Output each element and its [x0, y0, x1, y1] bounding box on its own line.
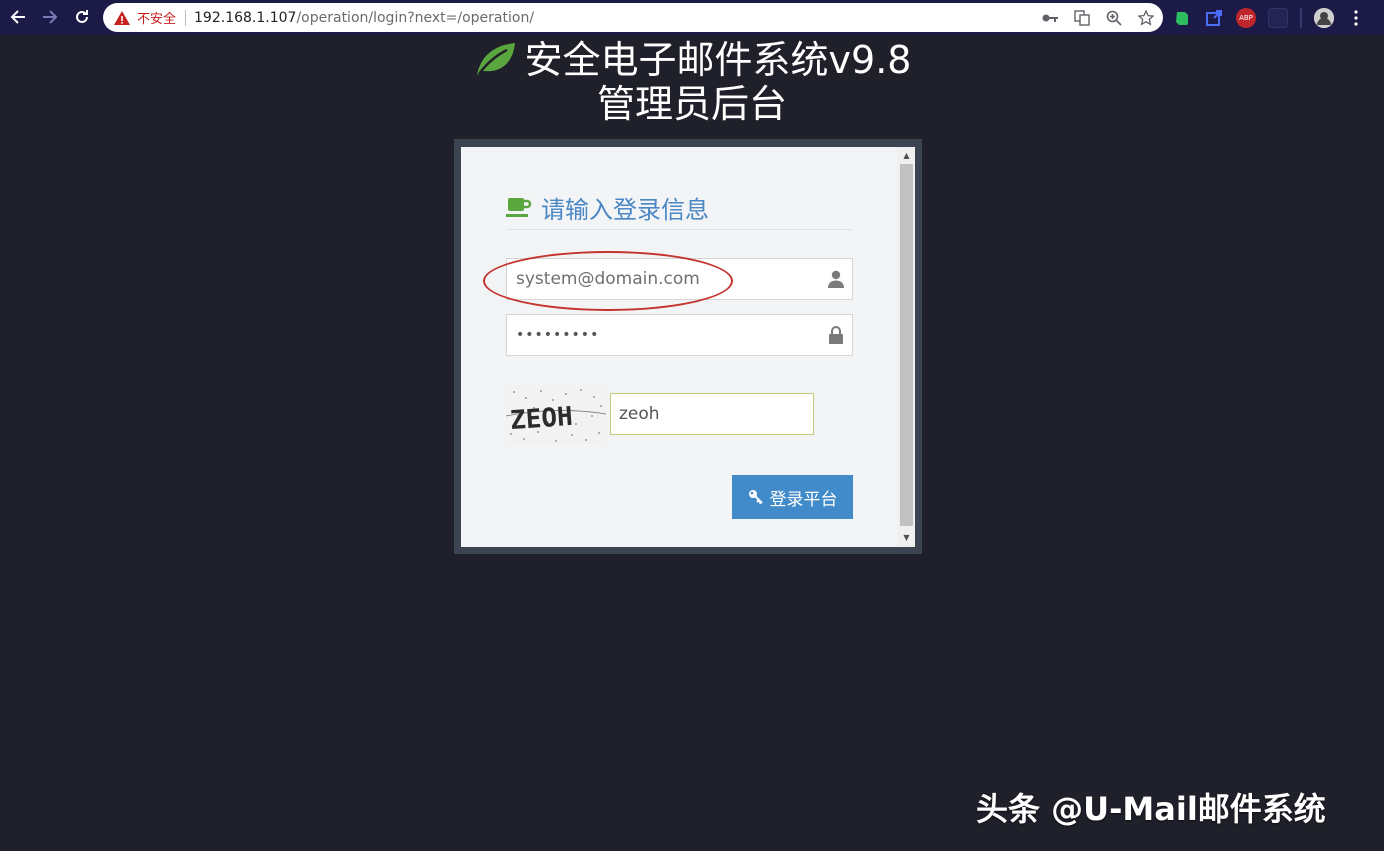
captcha-input[interactable]: zeoh: [610, 393, 814, 435]
url-path: /operation/login?next=/operation/: [296, 9, 535, 26]
captcha-value: zeoh: [619, 404, 660, 424]
login-heading-text: 请输入登录信息: [541, 195, 709, 224]
browser-toolbar: 不安全 192.168.1.107/operation/login?next=/…: [0, 0, 1384, 35]
login-button[interactable]: 登录平台: [732, 475, 853, 519]
divider: [506, 229, 852, 230]
login-heading: 请输入登录信息: [506, 190, 709, 224]
captcha-image[interactable]: ZEOH: [506, 386, 606, 444]
scrollbar-thumb[interactable]: [900, 164, 913, 526]
login-button-label: 登录平台: [769, 489, 838, 510]
translate-icon[interactable]: [1073, 9, 1091, 27]
username-value: system@domain.com: [516, 269, 700, 289]
forward-icon[interactable]: [34, 2, 66, 32]
back-icon[interactable]: [2, 2, 34, 32]
url-host: 192.168.1.107: [194, 9, 297, 26]
extension-slot[interactable]: [1268, 7, 1288, 28]
bookmark-star-icon[interactable]: [1137, 9, 1155, 27]
title-line-1: 安全电子邮件系统v9.8: [524, 38, 912, 82]
security-status[interactable]: 不安全: [137, 8, 176, 27]
reload-icon[interactable]: [66, 2, 98, 32]
password-value: •••••••••: [516, 327, 600, 343]
captcha-text: ZEOH: [509, 402, 574, 436]
toolbar-divider: [1300, 7, 1302, 28]
profile-avatar[interactable]: [1314, 7, 1334, 28]
key-icon[interactable]: [1041, 9, 1059, 27]
password-input[interactable]: •••••••••: [506, 314, 853, 356]
adblock-extension-icon[interactable]: ABP: [1236, 7, 1256, 28]
key-icon: [748, 490, 763, 505]
zoom-icon[interactable]: [1105, 9, 1123, 27]
lock-icon: [829, 326, 843, 344]
leaf-logo-icon: [476, 43, 515, 75]
watermark: 头条 @U-Mail邮件系统: [976, 790, 1326, 828]
warning-icon: [114, 10, 130, 25]
page-title: 安全电子邮件系统v9.8: [0, 38, 1384, 82]
evernote-extension-icon[interactable]: [1172, 8, 1192, 28]
coffee-cup-icon: [506, 198, 532, 217]
divider: [185, 9, 187, 26]
address-bar[interactable]: 不安全 192.168.1.107/operation/login?next=/…: [103, 3, 1163, 32]
username-input[interactable]: system@domain.com: [506, 258, 853, 300]
share-extension-icon[interactable]: [1204, 8, 1224, 28]
page-subtitle: 管理员后台: [596, 82, 787, 126]
scroll-down-icon[interactable]: ▼: [900, 532, 913, 544]
menu-kebab-icon[interactable]: [1346, 8, 1366, 28]
scroll-up-icon[interactable]: ▲: [900, 150, 913, 162]
user-icon: [828, 270, 844, 288]
